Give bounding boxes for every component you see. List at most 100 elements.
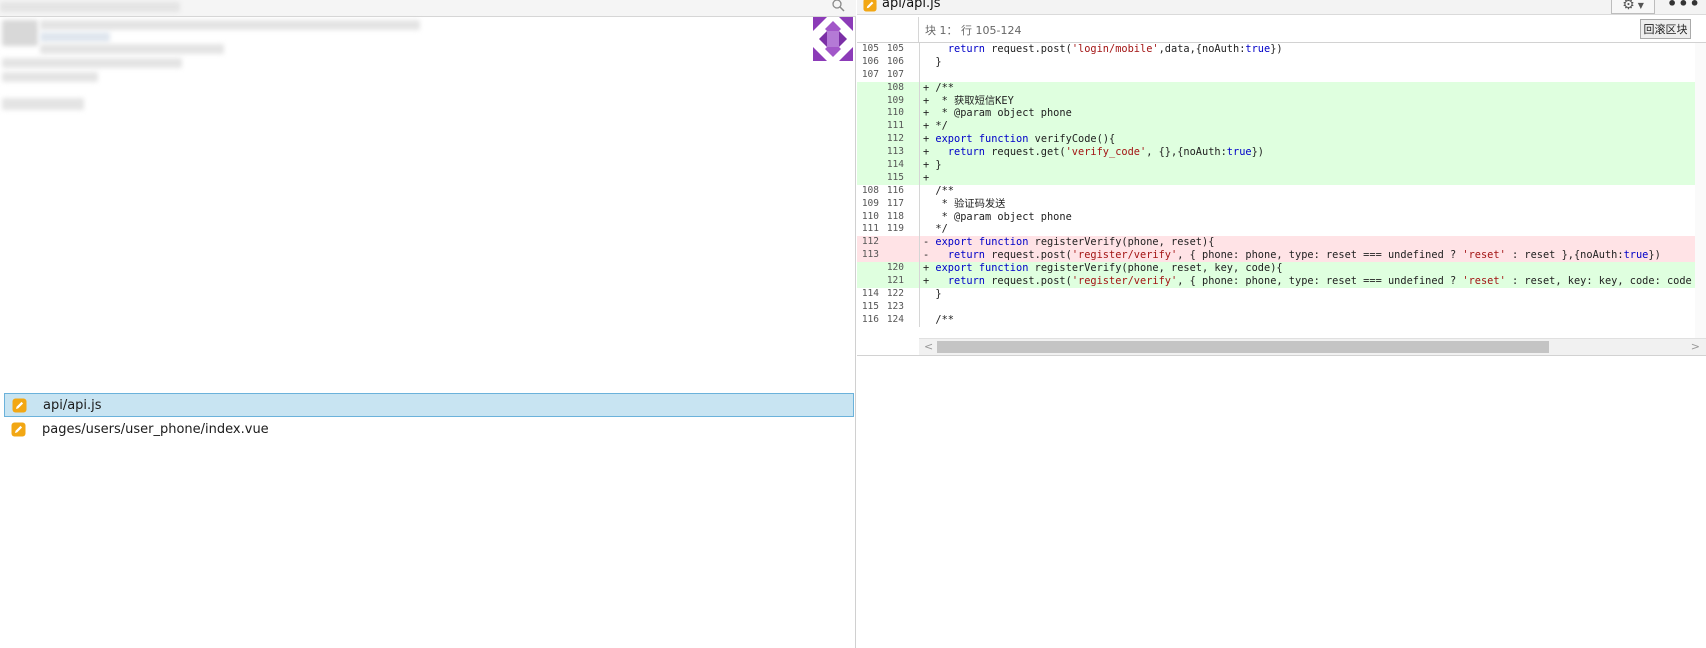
old-line-number: 109	[861, 197, 879, 209]
diff-viewer: api/api.js ⚙ ▼ ••• 块 1： 行 105-124 回滚区块 1…	[857, 0, 1706, 648]
new-line-number: 120	[886, 262, 904, 274]
diff-line: 116 124 /**	[857, 313, 1706, 327]
old-line-number: 115	[861, 300, 879, 312]
file-item-index-vue[interactable]: pages/users/user_phone/index.vue	[4, 417, 854, 441]
commit-header-bar	[0, 0, 856, 17]
edit-file-icon	[11, 422, 26, 437]
gutter-divider	[919, 275, 920, 288]
redacted-commit-line	[40, 32, 110, 42]
code-text: + return request.post('register/verify',…	[923, 275, 1706, 288]
vertical-scrollbar[interactable]	[1695, 43, 1706, 338]
old-line-number: 116	[861, 313, 879, 325]
old-line-number: 112	[861, 236, 879, 248]
edit-file-icon	[863, 0, 877, 15]
code-text: + export function registerVerify(phone, …	[923, 262, 1283, 275]
scrollbar-thumb[interactable]	[937, 341, 1549, 353]
gutter-divider	[919, 81, 920, 95]
scroll-right-icon[interactable]: >	[1691, 340, 1700, 353]
new-line-number: 123	[886, 300, 904, 312]
diff-line: 105 105 return request.post('login/mobile…	[857, 43, 1706, 56]
gutter-divider	[919, 197, 920, 211]
gutter-divider	[919, 43, 920, 56]
redacted-commit-block	[2, 20, 38, 46]
gutter-divider	[919, 107, 920, 121]
code-text: + export function verifyCode(){	[923, 133, 1116, 146]
gutter-divider	[919, 146, 920, 160]
gutter-divider	[919, 300, 920, 314]
diff-line: 109 117 * 验证码发送	[857, 197, 1706, 211]
old-line-number: 110	[861, 210, 879, 222]
diff-line-removed: 112 - export function registerVerify(phon…	[857, 236, 1706, 250]
redacted-commit-line	[2, 58, 182, 68]
new-line-number: 114	[886, 159, 904, 171]
diff-line: 110 118 * @param object phone	[857, 210, 1706, 224]
diff-line: 108 116 /**	[857, 184, 1706, 198]
redacted-commit-line	[2, 98, 84, 110]
new-line-number: 121	[886, 275, 904, 287]
code-text: * @param object phone	[923, 210, 1072, 223]
code-text: /**	[923, 184, 954, 197]
gear-icon: ⚙	[1622, 0, 1635, 13]
diff-line-added: 110 + * @param object phone	[857, 107, 1706, 121]
code-text: + }	[923, 159, 942, 172]
old-line-number: 114	[861, 287, 879, 299]
hunk-header: 块 1： 行 105-124 回滚区块	[857, 17, 1706, 43]
new-line-number: 109	[886, 94, 904, 106]
scroll-left-icon[interactable]: <	[924, 340, 933, 353]
gutter-divider	[919, 313, 920, 327]
avatar	[813, 17, 853, 61]
gutter-divider	[919, 94, 920, 108]
code-text: /**	[923, 313, 954, 326]
new-line-number: 115	[886, 171, 904, 183]
gutter-divider	[919, 159, 920, 172]
gutter-divider	[919, 55, 920, 69]
new-line-number: 122	[886, 287, 904, 299]
code-text: - export function registerVerify(phone, …	[923, 236, 1215, 249]
code-text: - return request.post('register/verify',…	[923, 249, 1661, 262]
old-line-number: 105	[861, 43, 879, 54]
code-text: +	[923, 171, 936, 184]
more-icon[interactable]: •••	[1667, 0, 1701, 13]
settings-button[interactable]: ⚙ ▼	[1611, 0, 1655, 14]
diff-line-added: 115 +	[857, 171, 1706, 185]
diff-line-added: 108 + /**	[857, 81, 1706, 95]
gutter-divider	[919, 210, 920, 224]
code-text: return request.post('login/mobile',data,…	[947, 43, 1283, 55]
new-line-number: 105	[886, 43, 904, 54]
rollback-hunk-button[interactable]: 回滚区块	[1640, 19, 1691, 39]
file-item-api-js[interactable]: api/api.js	[4, 393, 854, 417]
horizontal-scrollbar[interactable]: < >	[919, 338, 1706, 355]
diff-line-added: 113 + return request.get('verify_code', {…	[857, 146, 1706, 160]
old-line-number: 111	[861, 223, 879, 235]
diff-line-removed: 113 - return request.post('register/verif…	[857, 249, 1706, 263]
redacted-commit-line	[40, 20, 420, 30]
diff-line: 106 106 }	[857, 55, 1706, 69]
old-line-number: 107	[861, 68, 879, 80]
diff-content[interactable]: 105 105 return request.post('login/mobile…	[857, 43, 1706, 339]
code-text: */	[923, 223, 948, 236]
diff-line-added: 111 + */	[857, 120, 1706, 134]
gutter-divider	[919, 184, 920, 198]
new-line-number: 124	[886, 313, 904, 325]
edit-file-icon	[12, 398, 27, 413]
diff-line-added: 120 + export function registerVerify(phon…	[857, 262, 1706, 276]
changed-files-panel: api/api.js pages/users/user_phone/index.…	[0, 0, 856, 648]
diff-line: 111 119 */	[857, 223, 1706, 237]
gutter-divider	[919, 171, 920, 185]
new-line-number: 107	[886, 68, 904, 80]
gutter-divider	[919, 120, 920, 134]
editor-tab-title[interactable]: api/api.js	[882, 0, 941, 11]
diff-line-added: 109 + * 获取短信KEY	[857, 94, 1706, 108]
old-line-number: 106	[861, 55, 879, 67]
pane-divider[interactable]	[857, 355, 1706, 356]
new-line-number: 118	[886, 210, 904, 222]
file-item-label: pages/users/user_phone/index.vue	[42, 421, 269, 437]
gutter-header	[857, 17, 919, 42]
redacted-commit-line	[40, 44, 224, 54]
diff-line-added: 121 + return request.post('register/verif…	[857, 275, 1706, 288]
code-text: }	[923, 55, 942, 68]
code-text: }	[923, 287, 942, 300]
search-icon[interactable]	[830, 0, 848, 15]
